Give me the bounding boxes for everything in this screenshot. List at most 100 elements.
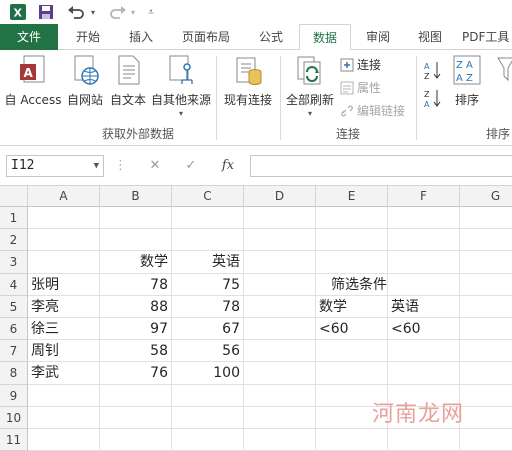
cell-f3[interactable]	[388, 251, 460, 274]
cell-f6[interactable]: <60	[388, 318, 460, 341]
insert-function-button[interactable]: fx	[212, 155, 244, 177]
filter-button[interactable]	[496, 54, 512, 88]
cell-e4[interactable]: 筛选条件	[316, 273, 388, 296]
properties-button[interactable]: 属性	[340, 79, 381, 96]
cell-d3[interactable]	[244, 251, 316, 274]
column-header-f[interactable]: F	[388, 186, 460, 207]
cell-g7[interactable]	[460, 340, 512, 363]
tab-insert[interactable]: 插入	[116, 24, 166, 50]
sort-button[interactable]: Z A A Z 排序	[448, 54, 486, 108]
cell-f5[interactable]: 英语	[388, 295, 460, 318]
cell-b4[interactable]: 78	[100, 273, 172, 296]
cell-f4[interactable]	[388, 273, 460, 296]
edit-links-button[interactable]: 编辑链接	[340, 102, 405, 119]
undo-icon[interactable]	[66, 3, 86, 21]
cell-g10[interactable]	[460, 407, 512, 429]
cell-f1[interactable]	[388, 207, 460, 230]
cell-d6[interactable]	[244, 318, 316, 341]
cell-c5[interactable]: 78	[172, 295, 244, 318]
cell-e6[interactable]: <60	[316, 318, 388, 341]
cell-d1[interactable]	[244, 207, 316, 230]
connections-button[interactable]: 连接	[340, 56, 381, 73]
cancel-entry-button[interactable]: ✕	[140, 155, 170, 177]
cell-d10[interactable]	[244, 406, 316, 429]
cell-g11[interactable]	[460, 429, 512, 451]
cell-c7[interactable]: 56	[172, 340, 244, 363]
cell-e11[interactable]	[316, 429, 388, 451]
row-header-11[interactable]: 11	[0, 429, 28, 451]
row-header-7[interactable]: 7	[0, 340, 28, 363]
excel-icon[interactable]: X	[8, 3, 28, 21]
column-header-a[interactable]: A	[28, 186, 100, 207]
cell-f11[interactable]	[388, 429, 460, 451]
confirm-entry-button[interactable]: ✓	[176, 155, 206, 177]
tab-formulas[interactable]: 公式	[248, 24, 294, 50]
cell-c2[interactable]	[172, 229, 244, 252]
row-header-10[interactable]: 10	[0, 406, 28, 429]
tab-home[interactable]: 开始	[64, 24, 112, 50]
cell-g8[interactable]	[460, 362, 512, 385]
cell-b10[interactable]	[100, 406, 172, 429]
sort-ascending-button[interactable]: AZ	[424, 60, 442, 80]
row-header-4[interactable]: 4	[0, 273, 28, 296]
tab-view[interactable]: 视图	[408, 24, 452, 50]
refresh-all-button[interactable]: 全部刷新 ▾	[284, 54, 336, 118]
cell-c4[interactable]: 75	[172, 273, 244, 296]
cell-c1[interactable]	[172, 207, 244, 230]
cell-f7[interactable]	[388, 340, 460, 363]
cell-d11[interactable]	[244, 429, 316, 451]
cell-g9[interactable]	[460, 385, 512, 407]
cell-b2[interactable]	[100, 229, 172, 252]
tab-review[interactable]: 审阅	[356, 24, 400, 50]
cell-d2[interactable]	[244, 229, 316, 252]
cell-b6[interactable]: 97	[100, 318, 172, 341]
cell-a2[interactable]	[28, 229, 100, 252]
cell-c3[interactable]: 英语	[172, 251, 244, 274]
cell-a10[interactable]	[28, 406, 100, 429]
cell-f8[interactable]	[388, 362, 460, 385]
formula-input[interactable]	[250, 155, 512, 177]
redo-dropdown-icon[interactable]: ▾	[128, 3, 138, 21]
cell-a6[interactable]: 徐三	[28, 318, 100, 341]
cell-c8[interactable]: 100	[172, 362, 244, 385]
cell-g1[interactable]	[460, 207, 512, 230]
cell-g6[interactable]	[460, 318, 512, 341]
row-header-1[interactable]: 1	[0, 207, 28, 230]
existing-connections-button[interactable]: 现有连接	[220, 54, 276, 108]
cell-c10[interactable]	[172, 406, 244, 429]
row-header-2[interactable]: 2	[0, 229, 28, 252]
cell-a3[interactable]	[28, 251, 100, 274]
cell-b8[interactable]: 76	[100, 362, 172, 385]
cell-e1[interactable]	[316, 207, 388, 230]
cell-c9[interactable]	[172, 384, 244, 407]
undo-dropdown-icon[interactable]: ▾	[88, 3, 98, 21]
cell-d5[interactable]	[244, 295, 316, 318]
cell-c6[interactable]: 67	[172, 318, 244, 341]
sort-descending-button[interactable]: ZA	[424, 88, 442, 108]
cell-g5[interactable]	[460, 296, 512, 318]
cell-a8[interactable]: 李武	[28, 362, 100, 385]
row-header-3[interactable]: 3	[0, 251, 28, 274]
cell-a7[interactable]: 周钊	[28, 340, 100, 363]
cell-e5[interactable]: 数学	[316, 295, 388, 318]
cell-a9[interactable]	[28, 384, 100, 407]
save-icon[interactable]	[36, 3, 56, 21]
cell-b7[interactable]: 58	[100, 340, 172, 363]
cell-a5[interactable]: 李亮	[28, 295, 100, 318]
cell-d4[interactable]	[244, 273, 316, 296]
cell-e7[interactable]	[316, 340, 388, 363]
cell-g2[interactable]	[460, 229, 512, 252]
redo-icon[interactable]	[108, 3, 128, 21]
column-header-c[interactable]: C	[172, 186, 244, 207]
customize-icon[interactable]: ⩡	[144, 3, 158, 21]
cell-b9[interactable]	[100, 384, 172, 407]
name-box[interactable]: I12 ▼	[6, 155, 104, 177]
cell-d7[interactable]	[244, 340, 316, 363]
tab-page-layout[interactable]: 页面布局	[170, 24, 242, 50]
column-header-e[interactable]: E	[316, 186, 388, 207]
cell-b11[interactable]	[100, 429, 172, 451]
tab-data[interactable]: 数据	[299, 24, 351, 51]
cell-b3[interactable]: 数学	[100, 251, 172, 274]
cell-a4[interactable]: 张明	[28, 273, 100, 296]
cell-b5[interactable]: 88	[100, 295, 172, 318]
